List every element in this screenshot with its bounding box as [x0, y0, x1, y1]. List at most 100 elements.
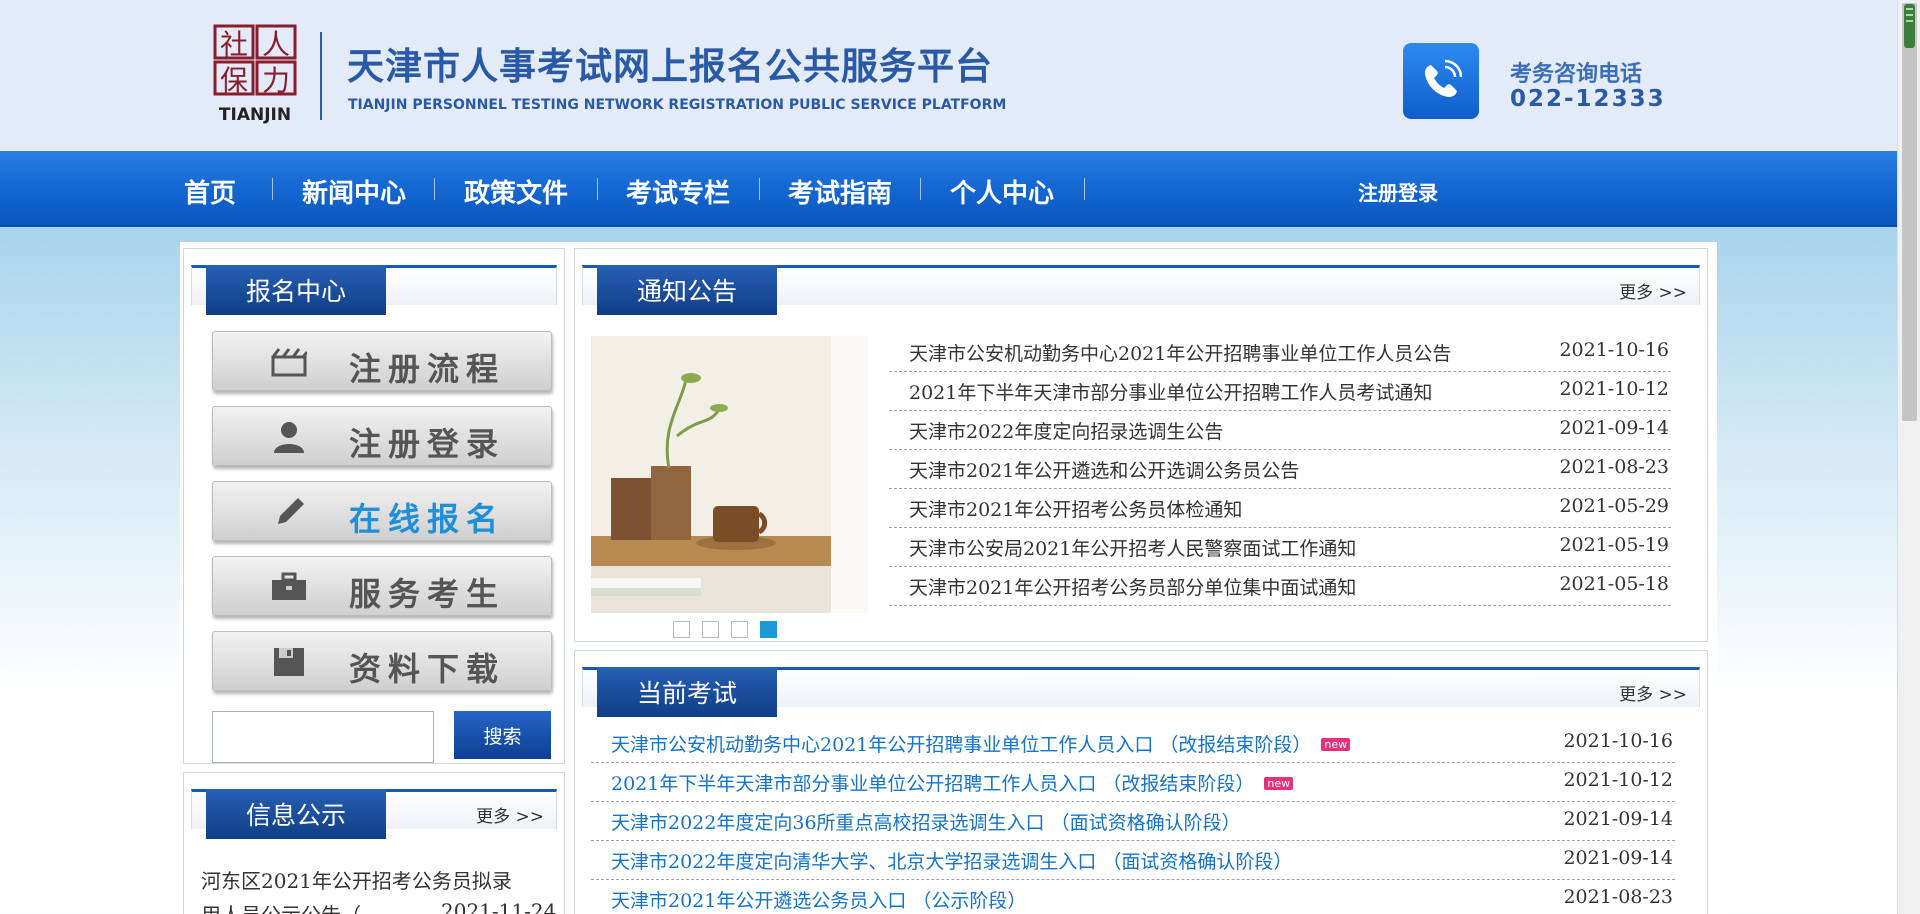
briefcase-icon	[271, 571, 307, 603]
info-item-line1[interactable]: 河东区2021年公开招考公务员拟录	[201, 865, 512, 894]
phone-icon	[1403, 43, 1479, 119]
notice-title[interactable]: 2021年下半年天津市部分事业单位公开招聘工作人员考试通知	[909, 378, 1432, 405]
main-content: 报名中心 注册流程 注册登录 在线报名 服务考生 资料下载 搜索 信息公示 更多…	[180, 242, 1717, 914]
panel-header: 当前考试 更多 >>	[582, 667, 1700, 717]
exam-title[interactable]: 天津市2022年度定向清华大学、北京大学招录选调生入口 （面试资格确认阶段）	[611, 847, 1292, 874]
site-title: 天津市人事考试网上报名公共服务平台	[347, 45, 993, 88]
notice-title[interactable]: 天津市公安机动勤务中心2021年公开招聘事业单位工作人员公告	[909, 339, 1451, 366]
site-header: 社 人 保 力 TIANJIN 天津市人事考试网上报名公共服务平台 TIANJI…	[0, 0, 1897, 151]
exam-date: 2021-08-23	[1563, 886, 1673, 908]
exam-title-text[interactable]: 天津市公安机动勤务中心2021年公开招聘事业单位工作人员入口 （改报结束阶段）	[611, 734, 1311, 756]
notice-date: 2021-05-19	[1559, 534, 1669, 556]
nav-separator	[920, 178, 921, 200]
nav-item-guide[interactable]: 考试指南	[788, 173, 892, 210]
site-subtitle: TIANJIN PERSONNEL TESTING NETWORK REGIST…	[348, 97, 1007, 113]
notice-date: 2021-05-18	[1559, 573, 1669, 595]
notice-title[interactable]: 天津市2021年公开招考公务员体检通知	[909, 495, 1242, 522]
button-label: 服务考生	[349, 575, 506, 613]
button-label: 注册登录	[349, 425, 506, 463]
slide-dot-active[interactable]	[760, 621, 777, 638]
exam-row[interactable]: 天津市2022年度定向36所重点高校招录选调生入口 （面试资格确认阶段） 202…	[591, 802, 1675, 841]
phone-label: 考务咨询电话	[1510, 62, 1643, 87]
exam-row[interactable]: 天津市2021年公开遴选公务员入口 （公示阶段） 2021-08-23	[591, 880, 1675, 914]
exams-panel: 当前考试 更多 >> 天津市公安机动勤务中心2021年公开招聘事业单位工作人员入…	[574, 650, 1708, 914]
logo-divider	[320, 32, 322, 120]
pencil-icon	[271, 496, 307, 528]
slide-dot[interactable]	[731, 621, 748, 638]
notice-date: 2021-05-29	[1559, 495, 1669, 517]
nav-item-home[interactable]: 首页	[184, 173, 236, 210]
logo-char: 社	[220, 28, 248, 61]
notices-more-link[interactable]: 更多 >>	[1619, 278, 1687, 303]
logo-char: 力	[262, 64, 290, 97]
exam-title[interactable]: 天津市2022年度定向36所重点高校招录选调生入口 （面试资格确认阶段）	[611, 808, 1241, 835]
new-badge: new	[1264, 777, 1294, 790]
exam-title-text[interactable]: 2021年下半年天津市部分事业单位公开招聘工作人员入口 （改报结束阶段）	[611, 773, 1254, 795]
notice-date: 2021-10-12	[1559, 378, 1669, 400]
notice-date: 2021-08-23	[1559, 456, 1669, 478]
nav-item-policy[interactable]: 政策文件	[464, 173, 568, 210]
register-process-button[interactable]: 注册流程	[212, 331, 552, 391]
exam-date: 2021-10-12	[1563, 769, 1673, 791]
info-item-date: 2021-11-24	[441, 899, 557, 914]
scrollbar-thumb[interactable]	[1902, 3, 1917, 421]
slideshow-indicators	[673, 621, 789, 642]
panel-header: 信息公示 更多 >>	[191, 789, 557, 839]
notice-row[interactable]: 天津市2021年公开遴选和公开选调公务员公告 2021-08-23	[889, 450, 1671, 489]
floppy-disk-icon	[271, 646, 307, 678]
nav-item-news[interactable]: 新闻中心	[302, 173, 406, 210]
notice-row[interactable]: 天津市2021年公开招考公务员部分单位集中面试通知 2021-05-18	[889, 567, 1671, 606]
online-registration-button[interactable]: 在线报名	[212, 481, 552, 541]
user-icon	[271, 421, 307, 453]
exam-row[interactable]: 天津市2022年度定向清华大学、北京大学招录选调生入口 （面试资格确认阶段） 2…	[591, 841, 1675, 880]
phone-number: 022-12333	[1510, 86, 1666, 112]
notice-row[interactable]: 天津市公安局2021年公开招考人民警察面试工作通知 2021-05-19	[889, 528, 1671, 567]
notice-title[interactable]: 天津市2021年公开遴选和公开选调公务员公告	[909, 456, 1299, 483]
notice-row[interactable]: 2021年下半年天津市部分事业单位公开招聘工作人员考试通知 2021-10-12	[889, 372, 1671, 411]
nav-separator	[759, 178, 760, 200]
main-nav: 首页 新闻中心 政策文件 考试专栏 考试指南 个人中心 注册登录	[0, 151, 1897, 227]
notice-slideshow-image[interactable]	[591, 336, 868, 613]
notice-title[interactable]: 天津市2022年度定向招录选调生公告	[909, 417, 1223, 444]
button-label: 资料下载	[349, 650, 506, 688]
exam-date: 2021-09-14	[1563, 808, 1673, 830]
exams-title: 当前考试	[597, 667, 777, 717]
nav-item-personal[interactable]: 个人中心	[950, 173, 1054, 210]
slide-dot[interactable]	[702, 621, 719, 638]
nav-register-login[interactable]: 注册登录	[1358, 177, 1438, 206]
registration-panel: 报名中心 注册流程 注册登录 在线报名 服务考生 资料下载 搜索	[183, 248, 565, 764]
notice-title[interactable]: 天津市2021年公开招考公务员部分单位集中面试通知	[909, 573, 1356, 600]
notice-row[interactable]: 天津市2022年度定向招录选调生公告 2021-09-14	[889, 411, 1671, 450]
exam-title[interactable]: 天津市公安机动勤务中心2021年公开招聘事业单位工作人员入口 （改报结束阶段） n…	[611, 730, 1351, 757]
nav-separator	[272, 178, 273, 200]
candidate-service-button[interactable]: 服务考生	[212, 556, 552, 616]
download-materials-button[interactable]: 资料下载	[212, 631, 552, 691]
logo-text: TIANJIN	[219, 105, 291, 124]
exam-row[interactable]: 天津市公安机动勤务中心2021年公开招聘事业单位工作人员入口 （改报结束阶段） n…	[591, 724, 1675, 763]
logo-char: 人	[262, 28, 290, 61]
info-more-link[interactable]: 更多 >>	[476, 802, 544, 827]
notices-title: 通知公告	[597, 265, 777, 315]
exam-row[interactable]: 2021年下半年天津市部分事业单位公开招聘工作人员入口 （改报结束阶段） new …	[591, 763, 1675, 802]
notice-date: 2021-10-16	[1559, 339, 1669, 361]
search-button[interactable]: 搜索	[454, 711, 551, 759]
exam-date: 2021-10-16	[1563, 730, 1673, 752]
slide-dot[interactable]	[673, 621, 690, 638]
page-scrollbar[interactable]	[1897, 0, 1920, 914]
exam-title[interactable]: 天津市2021年公开遴选公务员入口 （公示阶段）	[611, 886, 1026, 913]
register-login-button[interactable]: 注册登录	[212, 406, 552, 466]
exam-date: 2021-09-14	[1563, 847, 1673, 869]
exam-title[interactable]: 2021年下半年天津市部分事业单位公开招聘工作人员入口 （改报结束阶段） new	[611, 769, 1294, 796]
nav-item-exams[interactable]: 考试专栏	[626, 173, 730, 210]
notice-date: 2021-09-14	[1559, 417, 1669, 439]
exams-more-link[interactable]: 更多 >>	[1619, 680, 1687, 705]
notice-title[interactable]: 天津市公安局2021年公开招考人民警察面试工作通知	[909, 534, 1356, 561]
search-input[interactable]	[212, 711, 434, 763]
info-item-line2[interactable]: 用人员公示公告（	[201, 899, 361, 914]
nav-separator	[1084, 178, 1085, 200]
tianjin-hrss-logo[interactable]: 社 人 保 力 TIANJIN	[213, 24, 297, 124]
notice-row[interactable]: 天津市公安机动勤务中心2021年公开招聘事业单位工作人员公告 2021-10-1…	[889, 333, 1671, 372]
notice-row[interactable]: 天津市2021年公开招考公务员体检通知 2021-05-29	[889, 489, 1671, 528]
registration-title: 报名中心	[206, 265, 386, 315]
new-badge: new	[1321, 738, 1351, 751]
